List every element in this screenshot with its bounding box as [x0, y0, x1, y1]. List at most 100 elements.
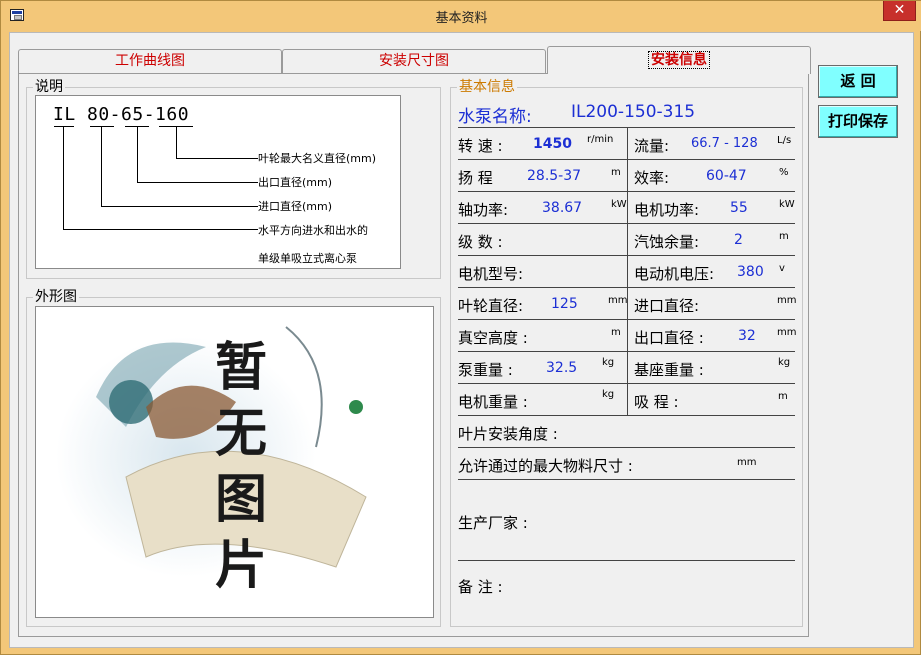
label-blade-angle: 叶片安装角度 : [458, 425, 558, 443]
label-pump-weight: 泵重量 : [458, 361, 513, 379]
grid-divider [627, 127, 628, 415]
unit-outlet-diameter: mm [777, 327, 797, 338]
unit-flow: L/s [777, 135, 792, 146]
leader-il-v [63, 126, 64, 229]
basic-info-group-label: 基本信息 [457, 79, 517, 95]
description-group-label: 说明 [33, 79, 65, 95]
pump-name-value: IL200-150-315 [571, 102, 696, 122]
underline-il [54, 126, 74, 127]
unit-efficiency: % [779, 167, 789, 178]
value-flow: 66.7 - 128 [691, 136, 758, 151]
grid-line [458, 447, 795, 448]
unit-inlet-diameter: mm [777, 295, 797, 306]
leader-il-h [63, 229, 258, 230]
label-speed: 转 速 : [458, 137, 503, 155]
value-impeller-diameter: 125 [551, 296, 578, 312]
label-manufacturer: 生产厂家 : [458, 514, 528, 532]
no-image-text: 暂 无 图 片 [206, 335, 276, 599]
back-button[interactable]: 返 回 [818, 65, 898, 98]
unit-speed: r/min [587, 134, 614, 145]
tab-install-info-label: 安装信息 [648, 51, 710, 69]
print-save-button[interactable]: 打印保存 [818, 105, 898, 138]
grid-line [458, 479, 795, 480]
no-image-char-2: 无 [214, 403, 267, 464]
label-max-material: 允许通过的最大物料尺寸 : [458, 457, 633, 475]
tab-panel: 说明 IL 80-65-160 叶轮最大名义直径(mm) 出口直径(mm) 进口… [18, 73, 809, 637]
annotation-horizontal: 水平方向进水和出水的 [258, 224, 368, 237]
label-suction-lift: 吸 程 : [634, 393, 679, 411]
value-motor-voltage: 380 [737, 264, 764, 280]
leader-160-v [176, 126, 177, 158]
description-group: 说明 IL 80-65-160 叶轮最大名义直径(mm) 出口直径(mm) 进口… [26, 79, 441, 279]
leader-80-v [101, 126, 102, 206]
shape-group: 外形图 暂 无 图 片 [26, 289, 441, 627]
title-bar[interactable]: 基本资料 ✕ [1, 1, 921, 31]
unit-shaft-power: kW [611, 199, 627, 210]
unit-motor-weight: kg [602, 389, 615, 400]
basic-info-group: 基本信息 水泵名称: IL200-150-315 转 速 : 1450 r/mi… [450, 79, 803, 627]
tab-install-dimensions[interactable]: 安装尺寸图 [282, 49, 546, 73]
unit-vacuum-height: m [611, 327, 621, 338]
label-remarks: 备 注 : [458, 578, 503, 596]
globe-shape [109, 380, 153, 424]
value-shaft-power: 38.67 [542, 200, 583, 216]
unit-pump-weight: kg [602, 357, 615, 368]
label-efficiency: 效率: [634, 169, 670, 187]
unit-motor-power: kW [779, 199, 795, 210]
annotation-impeller: 叶轮最大名义直径(mm) [258, 152, 377, 165]
annotation-pump-type: 单级单吸立式离心泵 [258, 252, 357, 265]
unit-max-material: mm [737, 457, 757, 468]
label-stages: 级 数 : [458, 233, 503, 251]
grid-line [458, 415, 795, 416]
unit-motor-voltage: v [779, 263, 785, 274]
leader-65-h [137, 182, 258, 183]
unit-base-weight: kg [778, 357, 791, 368]
label-inlet-diameter: 进口直径: [634, 297, 700, 315]
annotation-outlet: 出口直径(mm) [258, 176, 333, 189]
unit-suction-lift: m [778, 391, 788, 402]
value-head: 28.5-37 [527, 168, 582, 184]
value-efficiency: 60-47 [706, 168, 747, 184]
value-pump-weight: 32.5 [546, 360, 578, 376]
value-npsh: 2 [734, 232, 743, 248]
label-npsh: 汽蚀余量: [634, 233, 700, 251]
label-outlet-diameter: 出口直径 : [634, 329, 704, 347]
window-title: 基本资料 [435, 11, 488, 26]
window-frame: 基本资料 ✕ 工作曲线图 安装尺寸图 安装信息 说明 IL 80-65-160 [0, 0, 921, 655]
unit-impeller-diameter: mm [608, 295, 628, 306]
no-image-picture: 暂 无 图 片 [35, 306, 434, 618]
label-flow: 流量: [634, 137, 670, 155]
label-shaft-power: 轴功率: [458, 201, 509, 219]
description-box: IL 80-65-160 叶轮最大名义直径(mm) 出口直径(mm) 进口直径(… [35, 95, 401, 269]
value-speed: 1450 [533, 136, 572, 152]
label-motor-weight: 电机重量 : [458, 393, 528, 411]
model-code: IL 80-65-160 [53, 104, 190, 125]
label-base-weight: 基座重量 : [634, 361, 704, 379]
unit-head: m [611, 167, 621, 178]
close-button[interactable]: ✕ [883, 1, 916, 21]
client-area: 工作曲线图 安装尺寸图 安装信息 说明 IL 80-65-160 叶轮最大名义直… [9, 32, 914, 648]
value-motor-power: 55 [730, 200, 748, 216]
green-dot [349, 400, 363, 414]
label-head: 扬 程 [458, 169, 493, 187]
value-outlet-diameter: 32 [738, 328, 756, 344]
leader-80-h [101, 206, 258, 207]
label-motor-voltage: 电动机电压: [634, 265, 715, 283]
label-motor-model: 电机型号: [458, 265, 524, 283]
annotation-inlet: 进口直径(mm) [258, 200, 333, 213]
tab-work-curve[interactable]: 工作曲线图 [18, 49, 282, 73]
label-motor-power: 电机功率: [634, 201, 700, 219]
tab-install-info[interactable]: 安装信息 [547, 46, 811, 74]
no-image-char-3: 图 [214, 469, 267, 530]
grid-line [458, 560, 795, 561]
pump-name-label: 水泵名称: [458, 107, 532, 127]
leader-160-h [176, 158, 258, 159]
label-impeller-diameter: 叶轮直径: [458, 297, 524, 315]
no-image-char-1: 暂 [214, 337, 267, 398]
label-vacuum-height: 真空高度 : [458, 329, 528, 347]
leader-65-v [137, 126, 138, 182]
underline-80 [90, 126, 114, 127]
shape-group-label: 外形图 [33, 289, 79, 305]
no-image-char-4: 片 [214, 535, 267, 596]
unit-npsh: m [779, 231, 789, 242]
